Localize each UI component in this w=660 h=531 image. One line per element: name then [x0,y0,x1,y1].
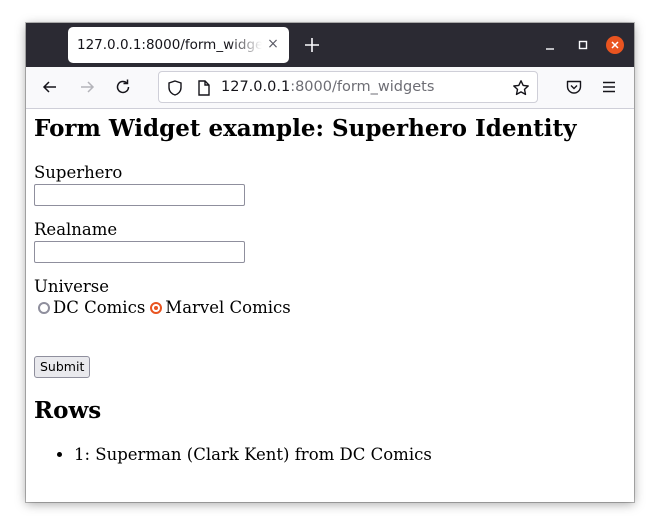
radio-label-dc-comics[interactable]: DC Comics [53,298,145,317]
minimize-icon[interactable] [540,35,560,55]
nav-toolbar: 127.0.0.1:8000/form_widgets [26,67,634,109]
page-title: Form Widget example: Superhero Identity [34,115,577,142]
realname-label: Realname [34,220,118,239]
page-content: Form Widget example: Superhero Identity … [26,109,634,502]
radio-dc-comics[interactable] [38,301,50,314]
universe-radio-group: DC Comics Marvel Comics [38,297,296,319]
superhero-label: Superhero [34,163,123,182]
new-tab-icon[interactable] [302,35,322,55]
tab-bar: 127.0.0.1:8000/form_widgets × [26,23,634,67]
rows-heading: Rows [34,397,102,424]
tab-title: 127.0.0.1:8000/form_widgets [77,37,262,53]
superhero-input[interactable] [34,184,245,206]
list-item: 1: Superman (Clark Kent) from DC Comics [74,445,432,464]
rows-list: 1: Superman (Clark Kent) from DC Comics [34,445,432,464]
browser-tab[interactable]: 127.0.0.1:8000/form_widgets × [68,27,289,63]
screen: 127.0.0.1:8000/form_widgets × 127.0.0.1:… [0,0,660,531]
maximize-icon[interactable] [573,35,593,55]
pocket-icon[interactable] [564,77,584,97]
universe-label: Universe [34,277,110,296]
page-icon[interactable] [195,79,213,97]
back-arrow-icon[interactable] [40,77,60,97]
realname-input[interactable] [34,241,245,263]
submit-button[interactable]: Submit [34,356,91,378]
star-icon[interactable] [511,78,531,98]
url-path: :8000/form_widgets [290,79,435,95]
reload-icon[interactable] [113,77,133,97]
close-icon[interactable] [606,36,624,54]
tab-close-icon[interactable]: × [265,36,281,52]
url-host: 127.0.0.1 [221,79,291,95]
forward-arrow-icon[interactable] [77,77,97,97]
radio-marvel-comics[interactable] [150,301,163,314]
url-bar[interactable]: 127.0.0.1:8000/form_widgets [158,71,538,103]
browser-window: 127.0.0.1:8000/form_widgets × 127.0.0.1:… [26,23,634,502]
shield-icon[interactable] [166,79,184,97]
hamburger-menu-icon[interactable] [599,77,619,97]
radio-label-marvel-comics[interactable]: Marvel Comics [165,298,290,317]
url-text[interactable]: 127.0.0.1:8000/form_widgets [221,79,434,95]
